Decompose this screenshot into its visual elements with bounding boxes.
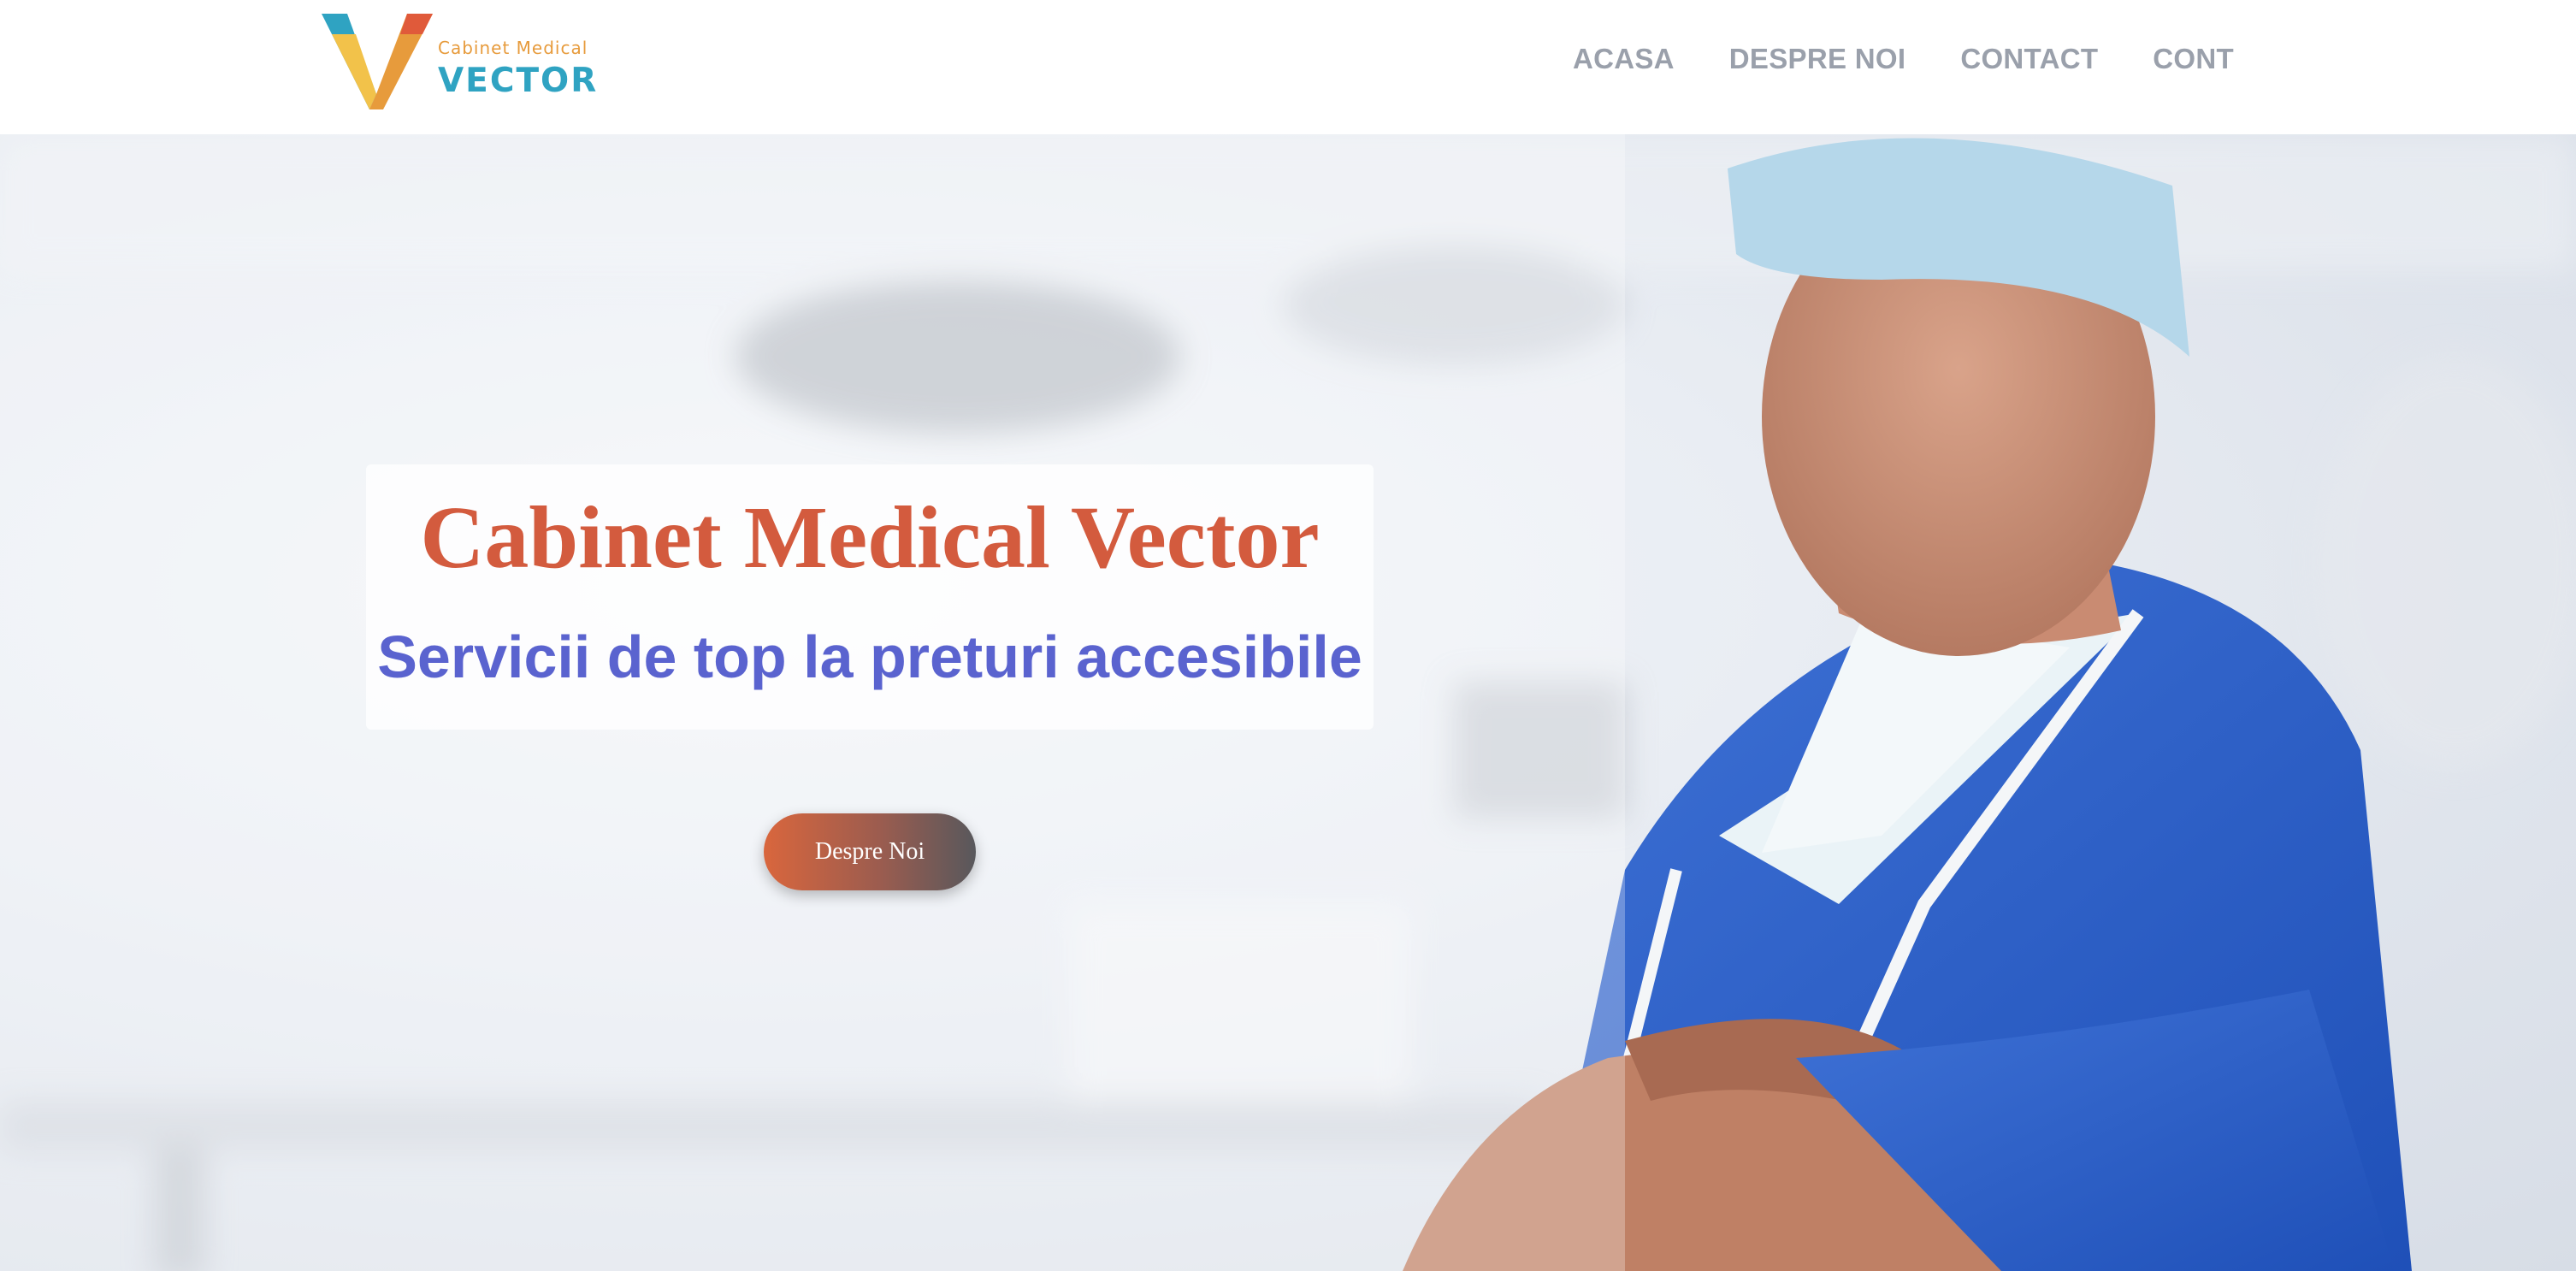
main-nav: ACASA DESPRE NOI CONTACT CONT (1573, 43, 2234, 75)
nav-item-despre-noi[interactable]: DESPRE NOI (1729, 43, 1906, 75)
nav-item-acasa[interactable]: ACASA (1573, 43, 1675, 75)
hero-subtitle: Servicii de top la preturi accesibile (377, 624, 1362, 690)
despre-noi-button[interactable]: Despre Noi (764, 813, 976, 890)
logo-name: VECTOR (438, 62, 599, 100)
site-logo[interactable]: Cabinet Medical VECTOR (318, 9, 600, 111)
nav-item-cont[interactable]: CONT (2153, 43, 2234, 75)
nav-item-contact[interactable]: CONTACT (1960, 43, 2098, 75)
hero-section: Cabinet Medical Vector Servicii de top l… (0, 134, 2576, 1271)
site-header: Cabinet Medical VECTOR ACASA DESPRE NOI … (0, 0, 2576, 134)
logo-text: Cabinet Medical VECTOR (438, 38, 598, 100)
hero-text-card: Cabinet Medical Vector Servicii de top l… (366, 464, 1374, 730)
logo-tagline: Cabinet Medical (438, 38, 588, 58)
hero-title: Cabinet Medical Vector (420, 488, 1320, 587)
logo-v-icon (322, 14, 433, 109)
